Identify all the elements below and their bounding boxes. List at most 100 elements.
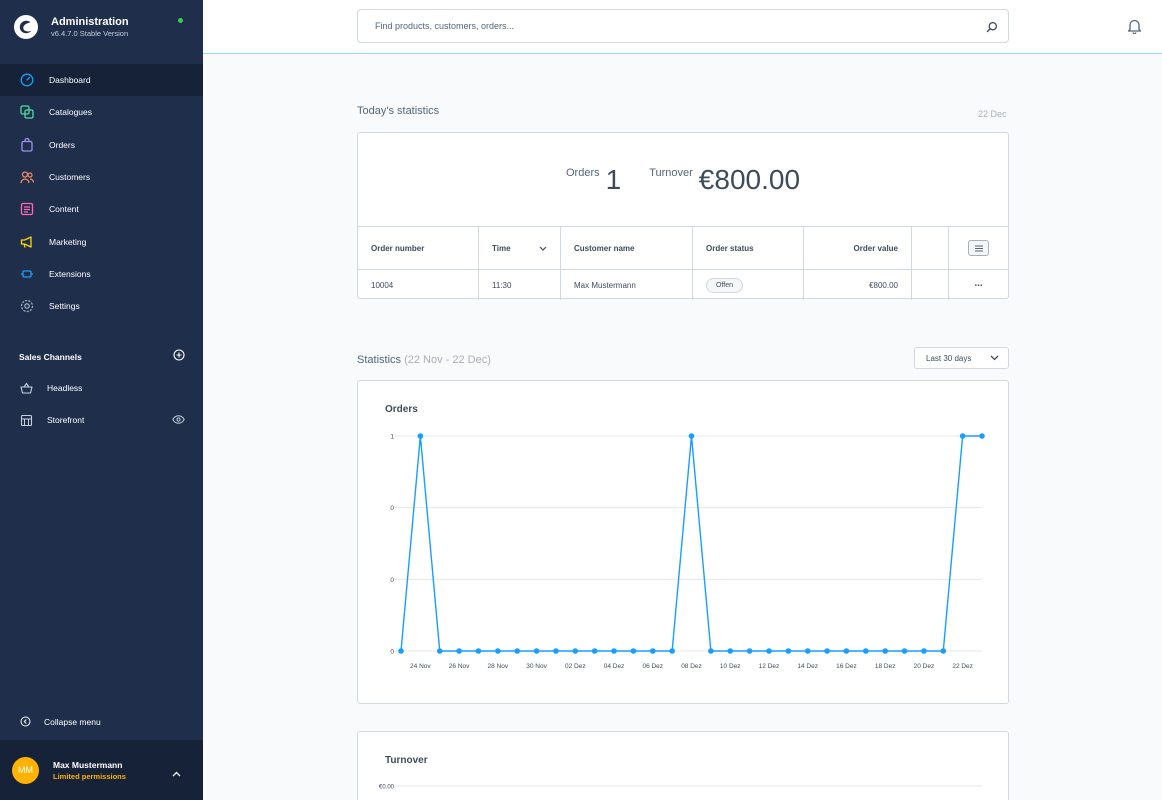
nav-label: Marketing	[49, 236, 87, 247]
data-point[interactable]	[727, 648, 734, 654]
column-time[interactable]: Time	[479, 227, 561, 269]
data-point[interactable]	[940, 648, 947, 654]
orders-series-line	[400, 435, 982, 652]
data-point[interactable]	[921, 648, 927, 654]
topbar	[203, 0, 1162, 54]
shopware-logo-icon[interactable]	[14, 15, 38, 39]
x-tick-label: 02 Dez	[565, 663, 586, 670]
data-point[interactable]	[514, 648, 520, 654]
nav-item-catalogues[interactable]: Catalogues	[0, 96, 203, 128]
eye-icon[interactable]	[172, 414, 185, 426]
data-point[interactable]	[824, 648, 830, 654]
column-customer-name[interactable]: Customer name	[561, 227, 693, 269]
data-point[interactable]	[456, 648, 462, 654]
data-point[interactable]	[882, 648, 888, 654]
column-settings-button[interactable]	[968, 240, 989, 256]
content-icon	[19, 202, 34, 217]
order-value-cell: €800.00	[804, 270, 912, 300]
customers-icon	[19, 170, 34, 185]
data-point[interactable]	[785, 648, 792, 654]
nav-item-dashboard[interactable]: Dashboard	[0, 64, 203, 97]
column-spacer	[912, 227, 949, 269]
sales-channel-storefront[interactable]: Storefront	[19, 411, 185, 429]
data-point[interactable]	[746, 648, 753, 654]
data-point[interactable]	[475, 648, 482, 654]
orders-count-label: Orders	[565, 167, 600, 179]
collapse-menu-button[interactable]: Collapse menu	[19, 714, 101, 729]
customer-name-cell: Max Mustermann	[561, 270, 693, 300]
nav-item-extensions[interactable]: Extensions	[0, 258, 203, 290]
data-point[interactable]	[649, 648, 656, 654]
nav-item-customers[interactable]: Customers	[0, 161, 203, 193]
bell-icon[interactable]	[1127, 18, 1142, 39]
data-point[interactable]	[495, 648, 501, 654]
x-tick-label: 18 Dez	[875, 663, 896, 670]
turnover-label: Turnover	[649, 167, 693, 179]
column-order-status[interactable]: Order status	[693, 227, 804, 269]
basket-icon	[19, 381, 34, 396]
data-point[interactable]	[611, 648, 617, 654]
data-point[interactable]	[863, 648, 869, 654]
data-point[interactable]	[979, 433, 985, 439]
nav-item-marketing[interactable]: Marketing	[0, 225, 203, 257]
data-point[interactable]	[708, 648, 714, 654]
data-point[interactable]	[804, 648, 811, 654]
nav-item-content[interactable]: Content	[0, 193, 203, 225]
chevron-down-icon[interactable]	[539, 244, 547, 253]
data-point[interactable]	[417, 433, 424, 439]
x-tick-label: 08 Dez	[681, 663, 702, 670]
sales-channel-label: Headless	[47, 383, 83, 393]
column-order-value[interactable]: Order value	[804, 227, 912, 269]
statistics-title-text: Statistics	[357, 354, 402, 366]
search-box	[357, 9, 1009, 43]
column-settings	[949, 227, 1008, 269]
table-header-row: Order number Time Customer name Order st…	[358, 227, 1008, 270]
order-time-cell: 11:30	[479, 270, 561, 300]
data-point[interactable]	[766, 648, 772, 654]
user-menu[interactable]: MM Max Mustermann Limited permissions	[0, 740, 203, 800]
table-row[interactable]: 10004 11:30 Max Mustermann Offen €800.00…	[358, 270, 1008, 300]
data-point[interactable]	[591, 648, 598, 654]
data-point[interactable]	[843, 648, 850, 654]
orders-icon	[19, 137, 34, 152]
search-icon[interactable]	[986, 20, 998, 38]
data-point[interactable]	[669, 648, 675, 654]
data-point[interactable]	[398, 648, 404, 654]
data-point[interactable]	[572, 648, 579, 654]
dashboard-icon	[19, 73, 34, 88]
today-stats: Orders 1 Turnover €800.00	[358, 165, 1008, 195]
main-nav: Dashboard Catalogues Orders Customers Co…	[0, 64, 203, 322]
orders-chart: 1 0 0 0 24 Nov 26 Nov 28 Nov 30 Nov 02 Dez 04 Dez…	[390, 433, 985, 670]
period-select-value: Last 30 days	[926, 353, 972, 363]
y-tick-label: 0	[390, 649, 394, 656]
x-tick-label: 30 Nov	[526, 663, 547, 670]
search-input[interactable]	[375, 21, 965, 31]
order-number-cell[interactable]: 10004	[358, 270, 479, 300]
period-select[interactable]: Last 30 days	[914, 347, 1009, 369]
user-permissions: Limited permissions	[53, 771, 126, 781]
x-tick-label: 20 Dez	[914, 663, 935, 670]
column-order-number[interactable]: Order number	[358, 227, 479, 269]
chevron-up-icon[interactable]	[172, 764, 181, 782]
orders-count-value: 1	[605, 164, 622, 195]
orders-chart-card: Orders 1 0 0 0 24 Nov 26 Nov 28 Nov 30 Nov 02 De…	[357, 380, 1009, 704]
nav-item-settings[interactable]: Settings	[0, 290, 203, 322]
statistics-range: (22 Nov - 22 Dec)	[404, 354, 491, 366]
data-point[interactable]	[630, 648, 637, 654]
row-actions-button[interactable]: ...	[949, 270, 1008, 300]
x-tick-label: 26 Nov	[449, 663, 470, 670]
today-statistics-card: Orders 1 Turnover €800.00 Order number T…	[357, 132, 1009, 300]
extensions-icon	[19, 266, 34, 281]
nav-label: Dashboard	[49, 75, 91, 86]
data-point[interactable]	[553, 648, 559, 654]
sales-channel-headless[interactable]: Headless	[19, 379, 185, 397]
nav-item-orders[interactable]: Orders	[0, 129, 203, 161]
data-point[interactable]	[533, 648, 540, 654]
add-sales-channel-icon[interactable]	[173, 348, 185, 366]
data-point[interactable]	[959, 433, 966, 439]
marketing-icon	[19, 234, 34, 249]
data-point[interactable]	[901, 648, 908, 654]
data-point[interactable]	[688, 433, 695, 439]
data-point[interactable]	[436, 648, 443, 654]
collapse-icon	[19, 714, 31, 729]
